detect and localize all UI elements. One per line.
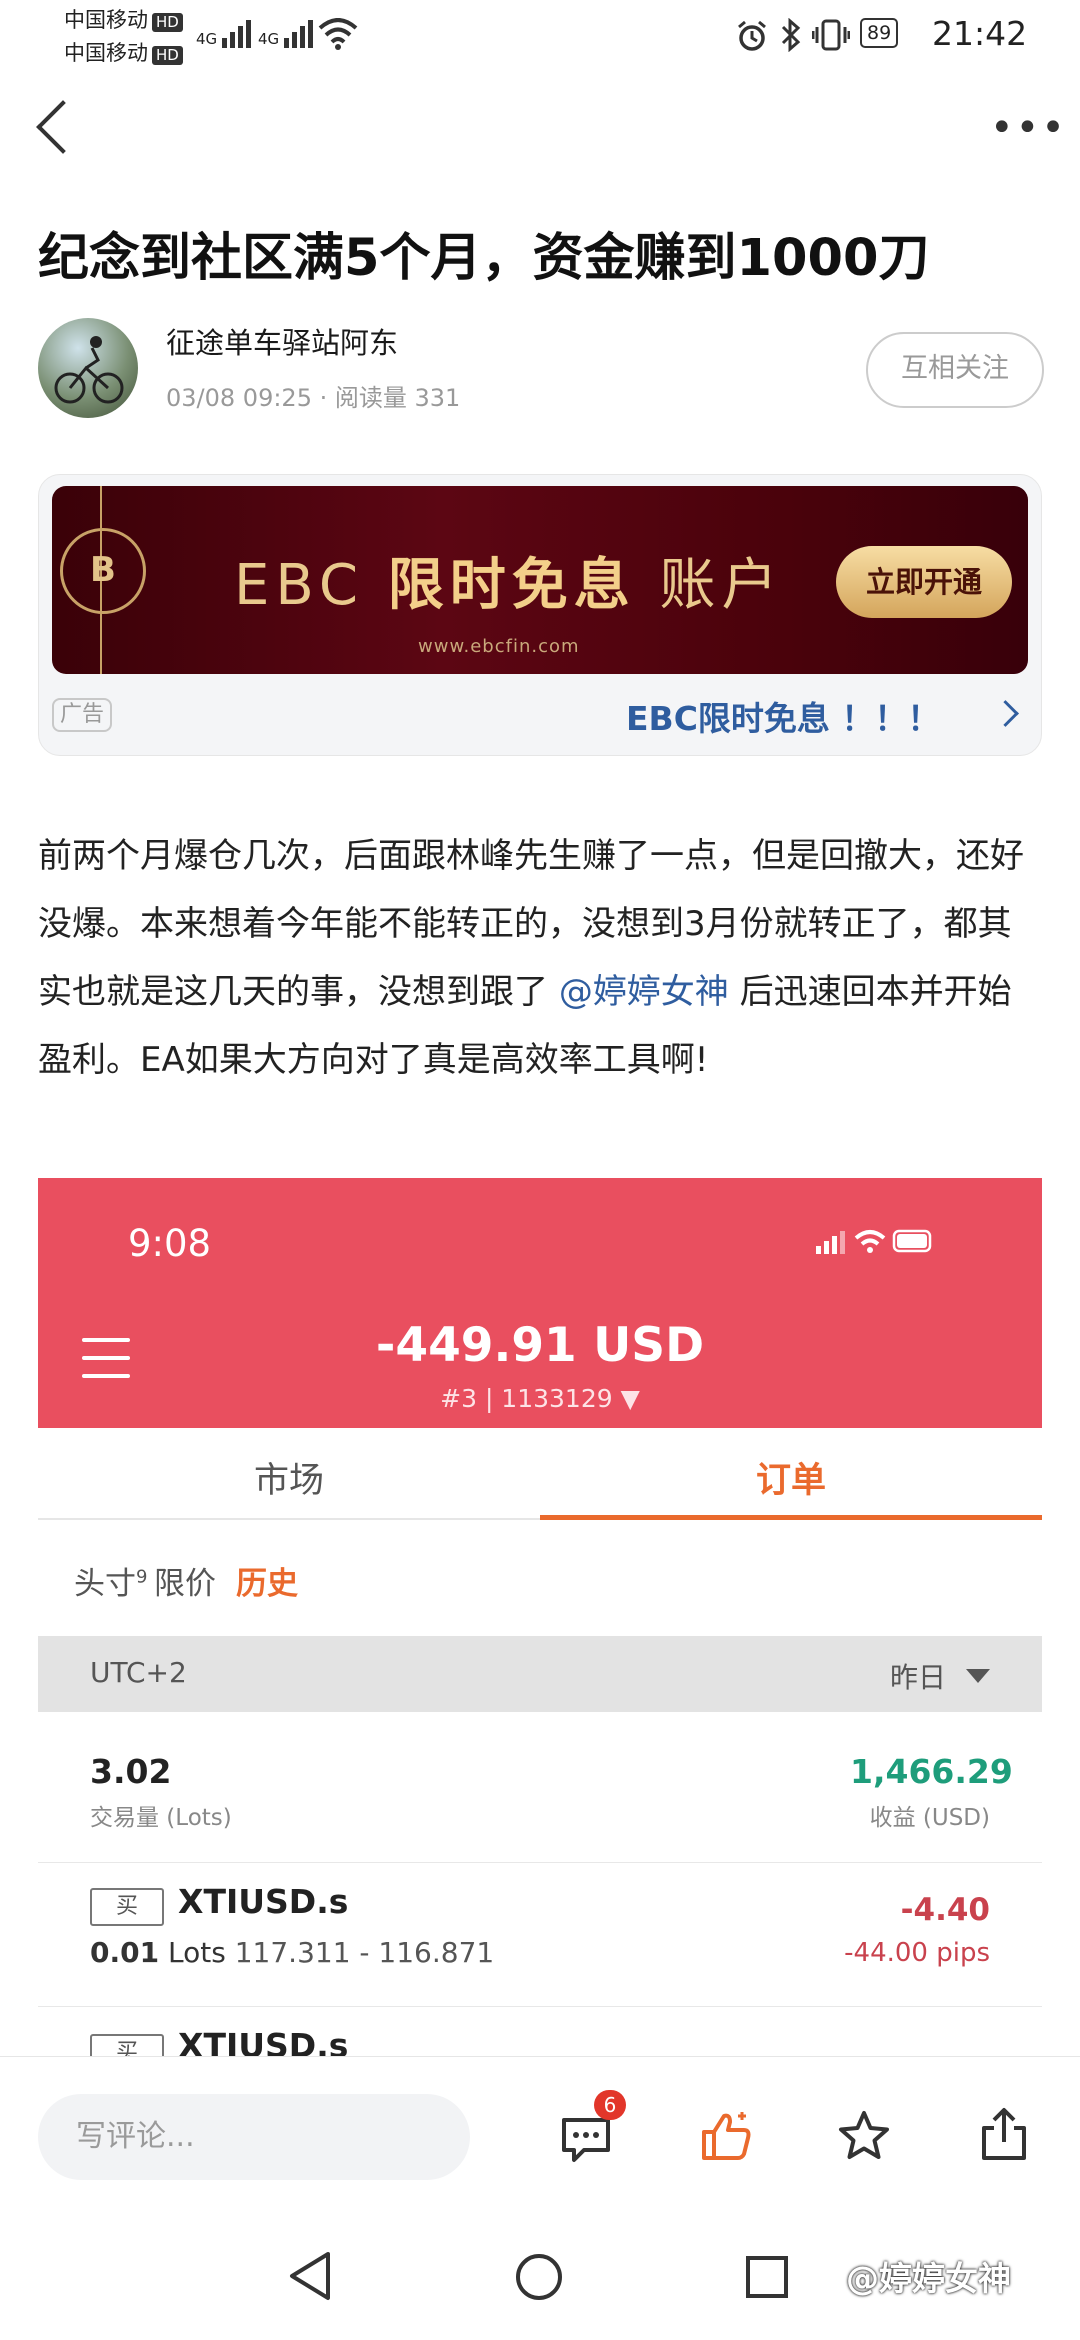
bluetooth-icon [780,17,802,56]
ad-tag: 广告 [52,698,113,732]
tab-orders[interactable]: 订单 [540,1452,1042,1503]
row-divider [38,1862,1042,1863]
volume-label: 交易量 (Lots) [90,1805,232,1831]
carrier-line-1: 中国移动 HD [64,4,183,37]
period-dropdown[interactable]: 昨日 [890,1656,946,1696]
active-tab-indicator [540,1515,1042,1520]
status-bar: 中国移动 HD 中国移动 HD 4G 4G 89 21:42 [0,0,1080,70]
trade-symbol: XTIUSD.s [178,1882,349,1921]
author-name[interactable]: 征途单车驿站阿东 [166,320,398,362]
account-selector[interactable]: #3 | 1133129 ▼ [38,1384,1042,1413]
nav-back-icon[interactable] [286,2250,334,2306]
embedded-trade-screenshot[interactable]: 9:08 -449.91 USD #3 | 1133129 ▼ 市场 订单 头寸… [38,1178,1042,2058]
dropdown-arrow-icon[interactable] [966,1669,990,1683]
battery-indicator: 89 [860,18,899,48]
trade-pips: -44.00 pips [844,1938,990,1968]
trade-pnl: -4.40 [900,1892,990,1928]
ad-url: www.ebcfin.com [418,636,580,657]
trade-side-badge: 买 [90,2034,164,2058]
post-body: 前两个月爆仓几次，后面跟林峰先生赚了一点，但是回撤大，还好没爆。本来想着今年能不… [38,836,1024,1080]
follow-button[interactable]: 互相关注 [866,332,1044,408]
account-balance: -449.91 USD [375,1318,705,1373]
star-icon[interactable] [836,2108,892,2164]
subtab-history[interactable]: 历史 [236,1558,298,1603]
carrier-label: 中国移动 [64,8,148,32]
carrier-label: 中国移动 [64,41,148,65]
comment-input[interactable]: 写评论... [38,2094,470,2180]
nav-home-icon[interactable] [514,2252,564,2306]
positions-count: 9 [136,1566,148,1588]
profit-label: 收益 (USD) [869,1805,990,1831]
carrier-line-2: 中国移动 HD [64,37,183,70]
more-options-icon[interactable]: ••• [990,108,1067,148]
ad-link[interactable]: EBC限时免息 ！！！ [626,692,940,740]
total-profit: 1,466.29 [850,1752,1013,1791]
alarm-icon [736,20,768,56]
subtab-limit[interactable]: 限价 [154,1558,216,1603]
back-icon[interactable] [36,100,90,154]
post-title: 纪念到社区满5个月，资金赚到1000刀 [38,229,930,288]
user-mention-link[interactable]: @婷婷女神 [559,972,729,1012]
hd-badge: HD [152,13,183,32]
tab-market[interactable]: 市场 [38,1452,540,1503]
clock: 21:42 [932,14,1028,53]
timezone-label: UTC+2 [90,1656,187,1689]
like-icon[interactable] [698,2108,754,2164]
subtab-positions[interactable]: 头寸9 [74,1558,147,1603]
avatar[interactable] [38,318,138,418]
ad-title: EBC 限时免息 账户 [234,553,784,618]
signal-icon: 4G [258,18,318,48]
trade-side-badge: 买 [90,1888,164,1926]
comment-count-badge: 6 [594,2090,626,2120]
row-divider [38,2006,1042,2007]
ebc-logo-icon: B [60,528,146,614]
hd-badge: HD [152,46,183,65]
wifi-icon [318,18,358,54]
signal-icon: 4G [196,18,256,48]
total-volume: 3.02 [90,1752,172,1791]
phone-clock: 9:08 [128,1222,212,1265]
post-meta: 03/08 09:25 · 阅读量 331 [166,384,461,412]
ad-open-button[interactable]: 立即开通 [836,546,1012,618]
trade-symbol: XTIUSD.s [178,2026,349,2058]
caret-down-icon: ▼ [620,1384,640,1413]
phone-status-icons [816,1226,936,1263]
nav-recents-icon[interactable] [744,2254,790,2304]
vibrate-icon [811,18,851,56]
trade-lots: 0.01 Lots 117.311 - 116.871 [90,1936,495,1969]
watermark: @婷婷女神 [846,2259,1011,2298]
share-icon[interactable] [976,2106,1032,2162]
